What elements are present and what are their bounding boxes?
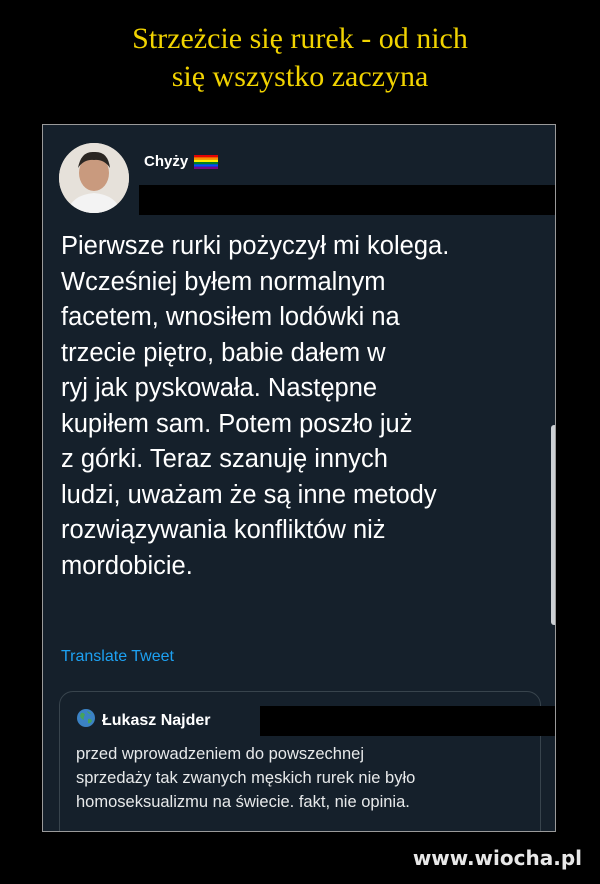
scrollbar[interactable]	[551, 425, 555, 625]
globe-icon	[76, 708, 96, 733]
quoted-author-name[interactable]: Łukasz Najder	[102, 712, 210, 730]
quoted-tweet[interactable]: Łukasz Najder przed wprowadzeniem do pow…	[59, 691, 555, 831]
rainbow-flag-icon	[194, 154, 219, 169]
quoted-tweet-text: przed wprowadzeniem do powszechnej sprze…	[76, 745, 416, 811]
redaction-bar	[139, 185, 555, 215]
meme-title: Strzeżcie się rurek - od nich się wszyst…	[0, 20, 600, 96]
redaction-bar	[260, 706, 555, 736]
tweet-author[interactable]: Chyży	[144, 153, 219, 170]
avatar[interactable]	[59, 143, 129, 213]
tweet-text: Pierwsze rurki pożyczył mi kolega. Wcześ…	[61, 232, 450, 580]
translate-tweet-link[interactable]: Translate Tweet	[61, 648, 174, 666]
title-line-1: Strzeżcie się rurek - od nich	[132, 22, 468, 55]
watermark: www.wiocha.pl	[412, 846, 582, 870]
title-line-2: się wszystko zaczyna	[171, 60, 429, 93]
tweet-screenshot: Chyży Pierwsze rurki pożyczył mi kolega.…	[42, 124, 556, 832]
author-name: Chyży	[144, 153, 189, 170]
quoted-tweet-header: Łukasz Najder	[76, 708, 210, 733]
